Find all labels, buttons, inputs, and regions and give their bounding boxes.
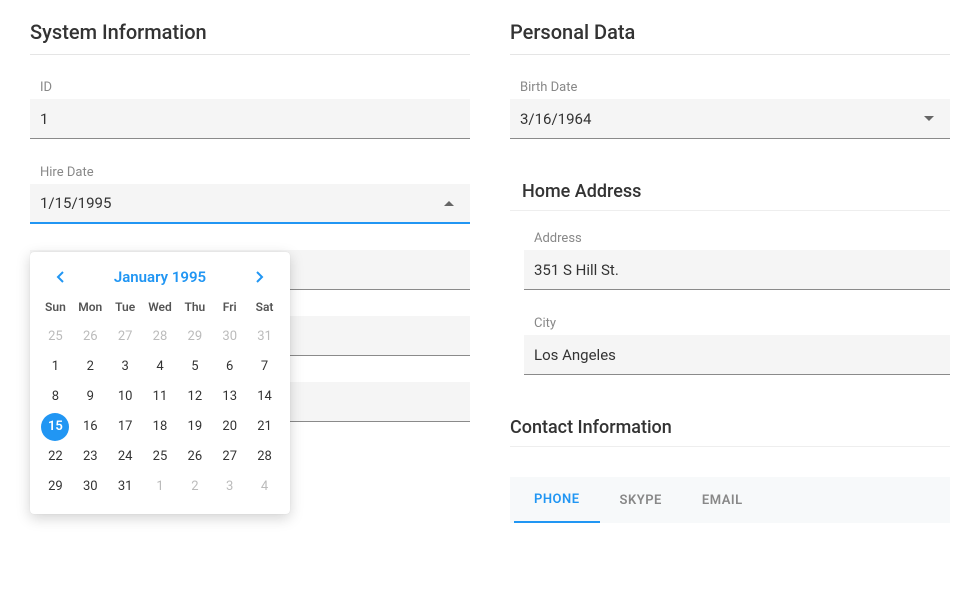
calendar-day[interactable]: 28 — [251, 443, 279, 471]
system-information-column: System Information ID 1 Hire Date 1/15/1… — [30, 20, 470, 569]
birth-date-value: 3/16/1964 — [520, 110, 591, 128]
calendar-day[interactable]: 25 — [146, 443, 174, 471]
calendar-day[interactable]: 13 — [216, 383, 244, 411]
calendar-day[interactable]: 8 — [41, 383, 69, 411]
id-input[interactable]: 1 — [30, 99, 470, 139]
calendar-day[interactable]: 26 — [76, 323, 104, 351]
calendar-day[interactable]: 14 — [251, 383, 279, 411]
calendar-day[interactable]: 11 — [146, 383, 174, 411]
calendar-day[interactable]: 4 — [146, 353, 174, 381]
prev-month-button[interactable] — [52, 268, 70, 286]
day-of-week-header: Tue — [108, 292, 143, 322]
calendar-day[interactable]: 16 — [76, 413, 104, 441]
calendar-day[interactable]: 31 — [251, 323, 279, 351]
calendar-day[interactable]: 17 — [111, 413, 139, 441]
calendar-day[interactable]: 19 — [181, 413, 209, 441]
calendar-day[interactable]: 10 — [111, 383, 139, 411]
tab-phone[interactable]: PHONE — [514, 477, 600, 523]
address-value: 351 S Hill St. — [534, 261, 619, 279]
calendar-day[interactable]: 18 — [146, 413, 174, 441]
city-field: City Los Angeles — [524, 316, 950, 375]
calendar-day[interactable]: 27 — [216, 443, 244, 471]
calendar-day[interactable]: 9 — [76, 383, 104, 411]
day-of-week-header: Fri — [212, 292, 247, 322]
birth-date-label: Birth Date — [510, 80, 950, 95]
calendar-title[interactable]: January 1995 — [114, 268, 206, 286]
address-label: Address — [524, 231, 950, 246]
calendar-day[interactable]: 7 — [251, 353, 279, 381]
calendar-day[interactable]: 27 — [111, 323, 139, 351]
day-of-week-header: Mon — [73, 292, 108, 322]
calendar-day[interactable]: 30 — [216, 323, 244, 351]
day-of-week-header: Wed — [143, 292, 178, 322]
calendar-popup: January 1995 SunMonTueWedThuFriSat252627… — [30, 252, 290, 514]
form-root: System Information ID 1 Hire Date 1/15/1… — [0, 0, 980, 589]
address-field: Address 351 S Hill St. — [524, 231, 950, 290]
next-month-button[interactable] — [250, 268, 268, 286]
calendar-day[interactable]: 30 — [76, 473, 104, 501]
city-input[interactable]: Los Angeles — [524, 335, 950, 375]
calendar-day[interactable]: 20 — [216, 413, 244, 441]
calendar-day[interactable]: 31 — [111, 473, 139, 501]
id-field: ID 1 — [30, 80, 470, 139]
birth-date-input[interactable]: 3/16/1964 — [510, 99, 950, 139]
calendar-day[interactable]: 21 — [251, 413, 279, 441]
calendar-day[interactable]: 2 — [181, 473, 209, 501]
contact-tabs: PHONE SKYPE EMAIL — [510, 477, 950, 523]
calendar-day[interactable]: 3 — [216, 473, 244, 501]
birth-date-field: Birth Date 3/16/1964 — [510, 80, 950, 139]
address-input[interactable]: 351 S Hill St. — [524, 250, 950, 290]
day-of-week-header: Thu — [177, 292, 212, 322]
calendar-day[interactable]: 5 — [181, 353, 209, 381]
personal-data-column: Personal Data Birth Date 3/16/1964 Home … — [510, 20, 950, 569]
contact-information-title: Contact Information — [510, 417, 950, 447]
caret-up-icon — [444, 201, 454, 206]
calendar-day[interactable]: 28 — [146, 323, 174, 351]
city-label: City — [524, 316, 950, 331]
system-information-title: System Information — [30, 20, 470, 55]
chevron-left-icon — [56, 271, 66, 283]
calendar-grid: SunMonTueWedThuFriSat2526272829303112345… — [38, 292, 282, 502]
calendar-header: January 1995 — [38, 262, 282, 292]
calendar-day[interactable]: 1 — [146, 473, 174, 501]
tab-email[interactable]: EMAIL — [682, 477, 763, 523]
calendar-day[interactable]: 6 — [216, 353, 244, 381]
calendar-day[interactable]: 4 — [251, 473, 279, 501]
calendar-day[interactable]: 26 — [181, 443, 209, 471]
day-of-week-header: Sat — [247, 292, 282, 322]
id-value: 1 — [40, 110, 48, 128]
hire-date-input[interactable]: 1/15/1995 — [30, 184, 470, 224]
city-value: Los Angeles — [534, 346, 616, 364]
calendar-day[interactable]: 2 — [76, 353, 104, 381]
id-label: ID — [30, 80, 470, 95]
caret-down-icon — [924, 116, 934, 121]
personal-data-title: Personal Data — [510, 20, 950, 55]
calendar-day[interactable]: 29 — [41, 473, 69, 501]
home-address-title: Home Address — [510, 181, 950, 211]
calendar-day[interactable]: 29 — [181, 323, 209, 351]
calendar-day[interactable]: 23 — [76, 443, 104, 471]
calendar-day[interactable]: 15 — [41, 413, 69, 441]
calendar-day[interactable]: 22 — [41, 443, 69, 471]
calendar-day[interactable]: 12 — [181, 383, 209, 411]
calendar-day[interactable]: 3 — [111, 353, 139, 381]
tab-skype[interactable]: SKYPE — [600, 477, 682, 523]
calendar-day[interactable]: 24 — [111, 443, 139, 471]
home-address-group: Address 351 S Hill St. City Los Angeles — [524, 231, 950, 401]
calendar-day[interactable]: 25 — [41, 323, 69, 351]
hire-date-label: Hire Date — [30, 165, 470, 180]
hire-date-value: 1/15/1995 — [40, 194, 111, 212]
calendar-day[interactable]: 1 — [41, 353, 69, 381]
chevron-right-icon — [254, 271, 264, 283]
day-of-week-header: Sun — [38, 292, 73, 322]
hire-date-field: Hire Date 1/15/1995 — [30, 165, 470, 224]
